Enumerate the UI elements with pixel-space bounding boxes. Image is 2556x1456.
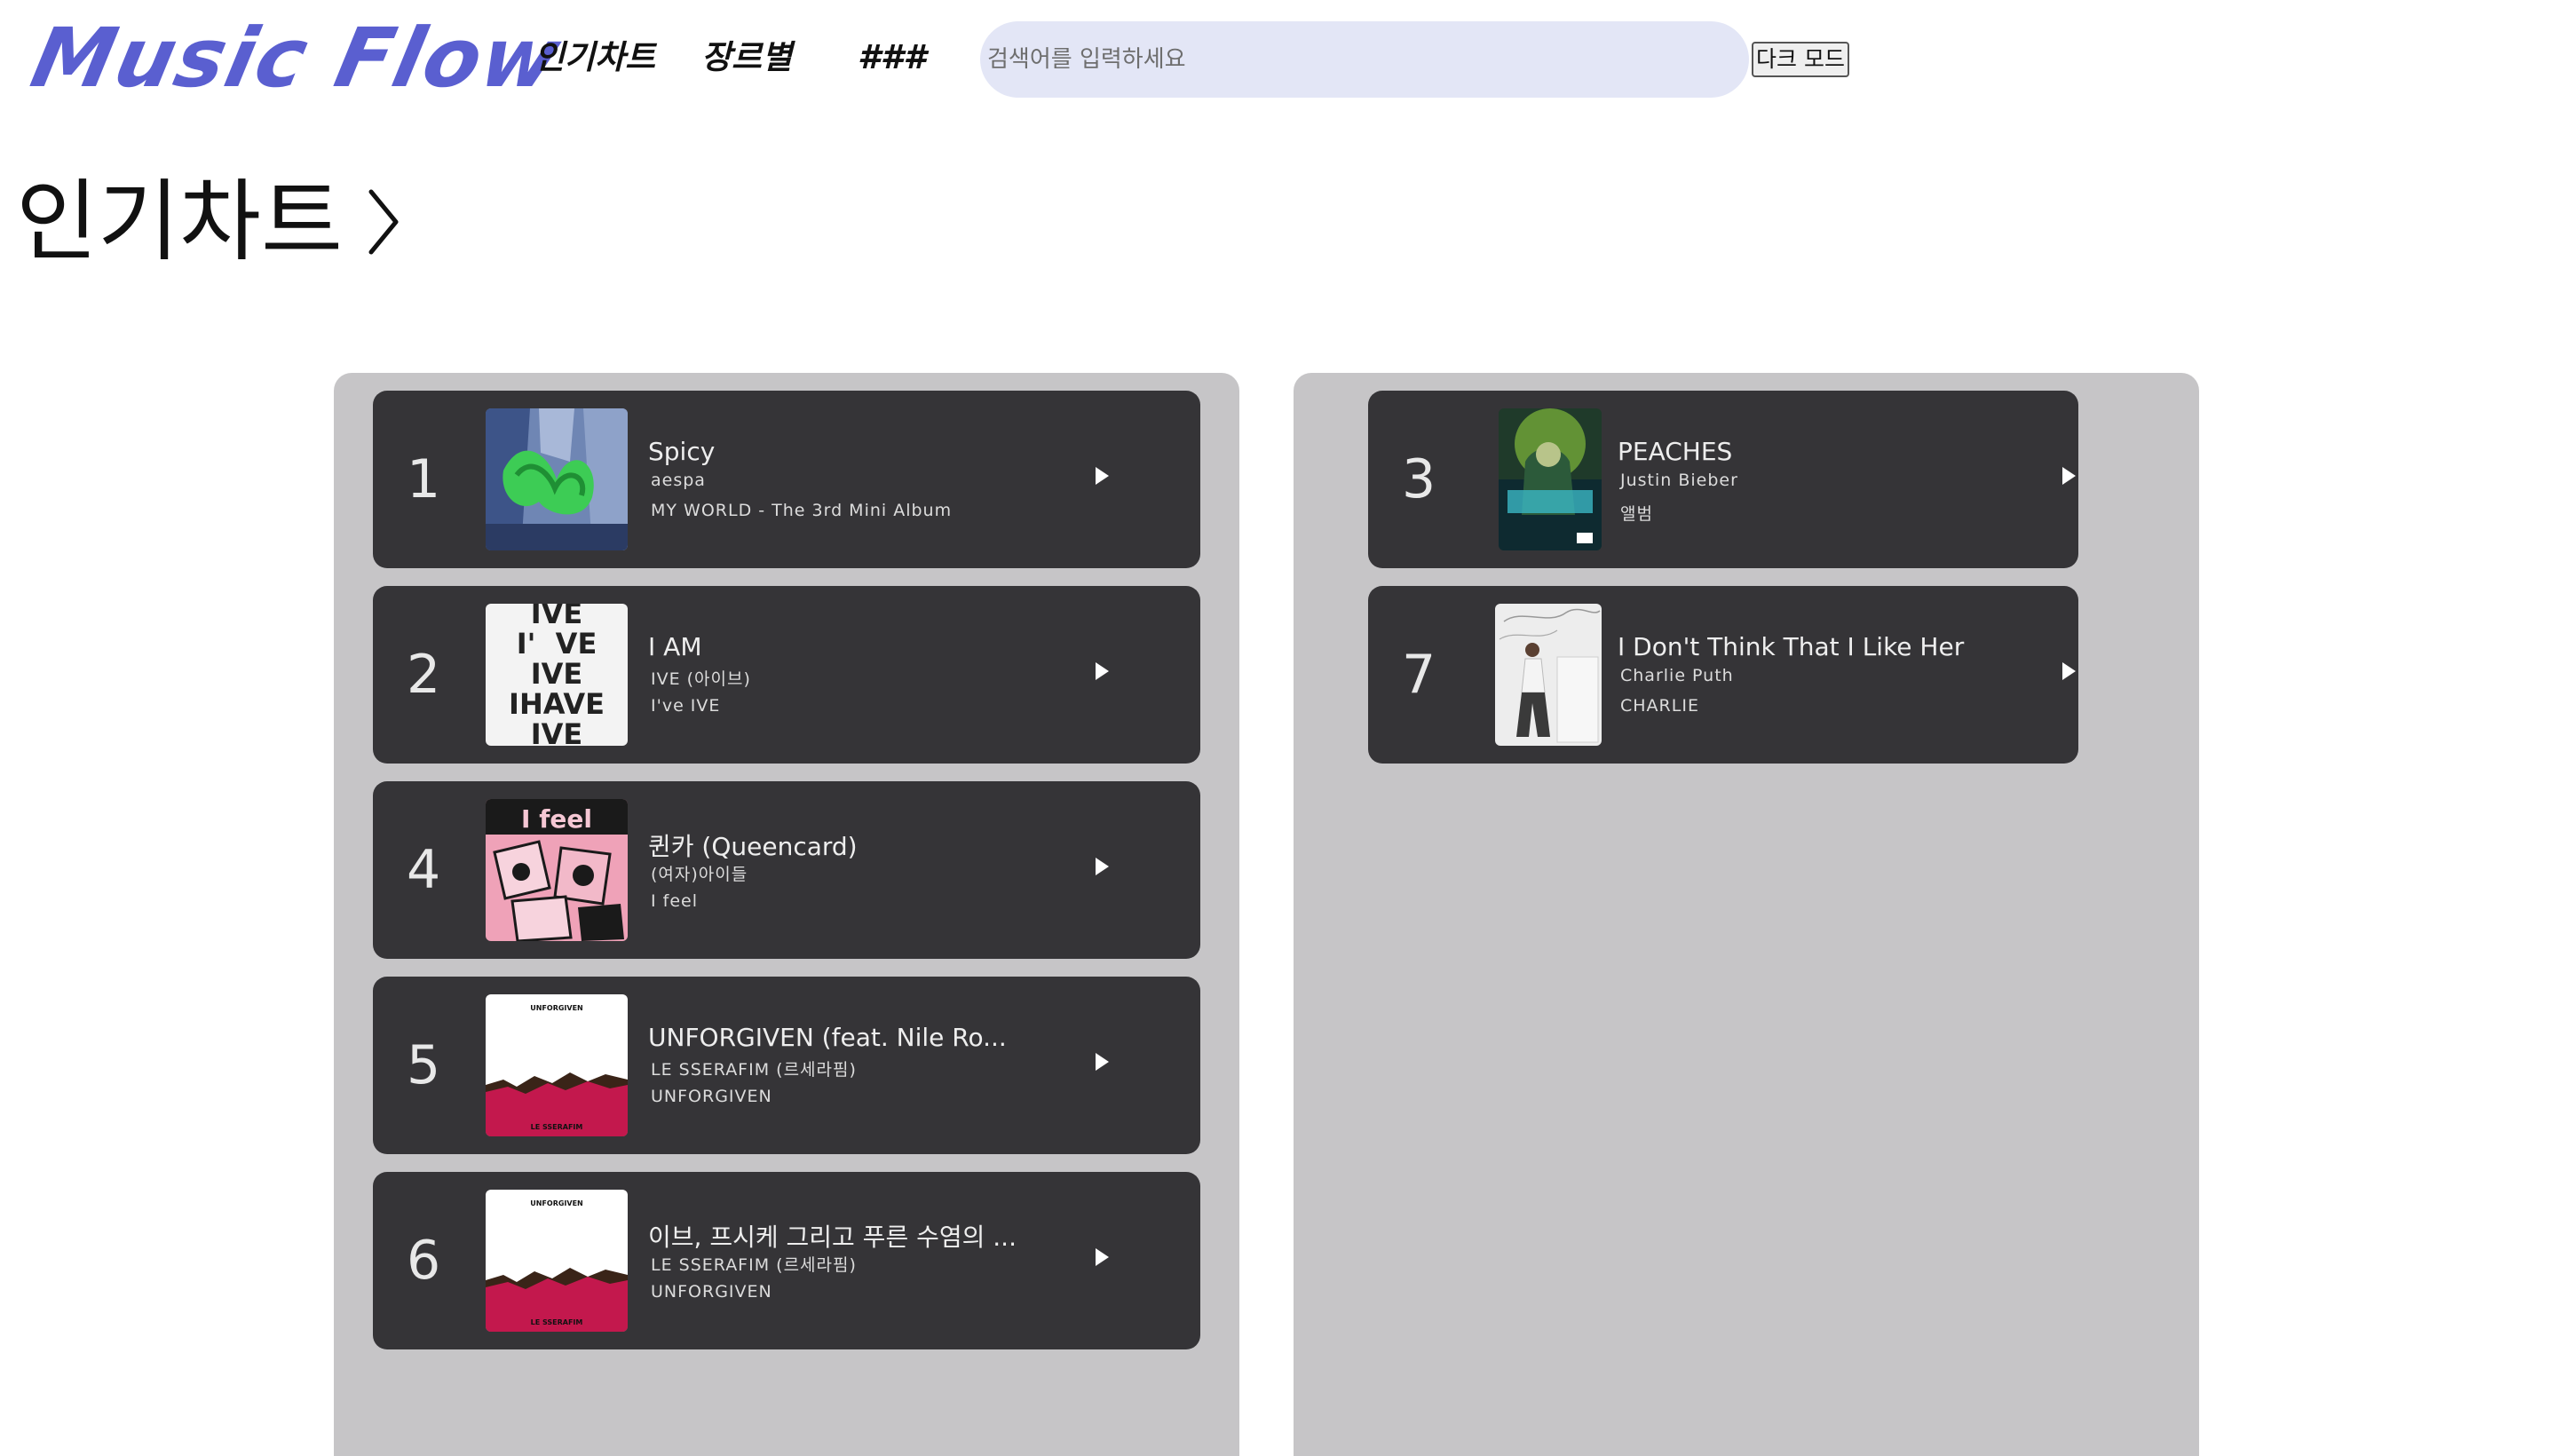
song-artist[interactable]: Justin Bieber	[1620, 471, 1738, 490]
song-artist[interactable]: Charlie Puth	[1620, 666, 1734, 685]
cover-text: LE SSERAFIM	[531, 1318, 583, 1326]
song-artist[interactable]: LE SSERAFIM (르세라핌)	[651, 1252, 857, 1276]
album-cover[interactable]	[1495, 604, 1602, 746]
album-cover[interactable]: UNFORGIVEN LE SSERAFIM	[486, 1190, 628, 1332]
chevron-right-icon[interactable]	[366, 186, 401, 257]
song-card[interactable]: 3 PEACHES Justin Bieber 앨범	[1368, 391, 2078, 568]
play-icon[interactable]	[1096, 662, 1109, 680]
play-icon[interactable]	[1096, 1248, 1109, 1266]
song-card[interactable]: 7 I Don't Think That I Like Her Charlie …	[1368, 586, 2078, 764]
page-title[interactable]: 인기차트	[16, 169, 401, 275]
song-title[interactable]: PEACHES	[1618, 437, 1732, 466]
album-art-peaches	[1499, 408, 1602, 550]
song-card[interactable]: 6 UNFORGIVEN LE SSERAFIM 이브, 프시케 그리고 푸른 …	[373, 1172, 1200, 1349]
nav-item-popular-chart[interactable]: 인기차트	[534, 36, 655, 80]
nav-item-hash[interactable]: ###	[858, 36, 926, 80]
app-logo[interactable]: Music Flow	[24, 11, 570, 106]
search-input[interactable]	[980, 21, 1749, 98]
album-art-charlie	[1495, 604, 1602, 746]
dark-mode-button[interactable]: 다크 모드	[1752, 42, 1849, 77]
cover-text: UNFORGIVEN	[530, 1004, 583, 1012]
play-icon[interactable]	[2062, 662, 2076, 680]
rank-number: 3	[1402, 448, 1436, 510]
song-card[interactable]: 1 Spicy aespa MY WORLD - The 3rd Mini Al…	[373, 391, 1200, 568]
song-title[interactable]: 퀸카 (Queencard)	[648, 827, 858, 863]
page-title-text: 인기차트	[16, 170, 343, 273]
album-cover[interactable]: IVE I' VE IVE IHAVE IVE	[486, 604, 628, 746]
cover-text: I feel	[521, 804, 592, 834]
cover-text: I' VE	[517, 627, 597, 661]
top-navigation-bar: Music Flow 인기차트 장르별 ### 다크 모드	[0, 0, 2556, 124]
song-album[interactable]: UNFORGIVEN	[651, 1282, 772, 1302]
play-icon[interactable]	[1096, 1053, 1109, 1071]
song-album[interactable]: I've IVE	[651, 696, 720, 716]
play-icon[interactable]	[1096, 467, 1109, 485]
song-card[interactable]: 5 UNFORGIVEN LE SSERAFIM UNFORGIVEN (fea…	[373, 977, 1200, 1154]
cover-text: LE SSERAFIM	[531, 1123, 583, 1131]
song-album[interactable]: MY WORLD - The 3rd Mini Album	[651, 501, 952, 520]
cover-text: IVE	[531, 657, 583, 691]
rank-number: 6	[407, 1230, 441, 1292]
cover-text: UNFORGIVEN	[530, 1199, 583, 1207]
song-album[interactable]: CHARLIE	[1620, 696, 1699, 716]
song-title[interactable]: 이브, 프시케 그리고 푸른 수염의 ...	[648, 1218, 1017, 1254]
song-artist[interactable]: LE SSERAFIM (르세라핌)	[651, 1056, 857, 1080]
play-icon[interactable]	[2062, 467, 2076, 485]
song-title[interactable]: I AM	[648, 632, 701, 661]
rank-number: 1	[407, 448, 441, 510]
chart-column-left: 1 Spicy aespa MY WORLD - The 3rd Mini Al…	[334, 373, 1239, 1456]
album-art-unforgiven: UNFORGIVEN LE SSERAFIM	[486, 994, 628, 1136]
play-icon[interactable]	[1096, 858, 1109, 875]
rank-number: 2	[407, 644, 441, 706]
album-art-spicy	[486, 408, 628, 550]
rank-number: 5	[407, 1034, 441, 1096]
album-cover[interactable]	[1499, 408, 1602, 550]
cover-text: IVE	[531, 717, 583, 746]
rank-number: 4	[407, 839, 441, 901]
album-art-ive: IVE I' VE IVE IHAVE IVE	[486, 604, 628, 746]
song-album[interactable]: 앨범	[1620, 501, 1653, 525]
nav-item-genre[interactable]: 장르별	[701, 36, 792, 80]
chart-column-right: 3 PEACHES Justin Bieber 앨범 7 I Don't Thi…	[1294, 373, 2199, 1456]
song-title[interactable]: I Don't Think That I Like Her	[1618, 632, 1964, 661]
song-card[interactable]: 2 IVE I' VE IVE IHAVE IVE I AM IVE (아이브)…	[373, 586, 1200, 764]
song-card[interactable]: 4 I feel 퀸카 (Queencard) (여자)아이들 I feel	[373, 781, 1200, 959]
album-art-unforgiven: UNFORGIVEN LE SSERAFIM	[486, 1190, 628, 1332]
cover-text: IHAVE	[509, 687, 605, 721]
song-title[interactable]: Spicy	[648, 437, 715, 466]
album-cover[interactable]: UNFORGIVEN LE SSERAFIM	[486, 994, 628, 1136]
song-artist[interactable]: aespa	[651, 471, 706, 490]
song-album[interactable]: UNFORGIVEN	[651, 1087, 772, 1106]
album-cover[interactable]: I feel	[486, 799, 628, 941]
song-artist[interactable]: IVE (아이브)	[651, 666, 751, 690]
song-album[interactable]: I feel	[651, 891, 698, 911]
album-cover[interactable]	[486, 408, 628, 550]
album-art-ifeel: I feel	[486, 799, 628, 941]
rank-number: 7	[1402, 644, 1436, 706]
song-title[interactable]: UNFORGIVEN (feat. Nile Ro...	[648, 1023, 1007, 1052]
song-artist[interactable]: (여자)아이들	[651, 861, 748, 885]
